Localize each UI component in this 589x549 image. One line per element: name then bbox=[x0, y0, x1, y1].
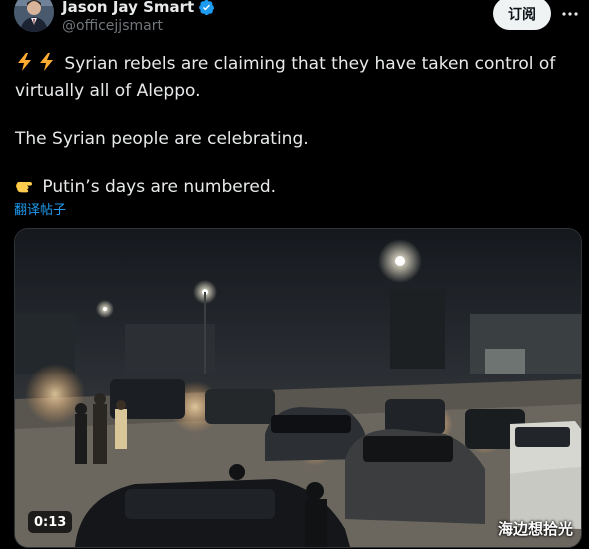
video-player[interactable] bbox=[14, 228, 582, 548]
tweet: Jason Jay Smart @officejjsmart 订阅 Syrian… bbox=[0, 0, 589, 549]
display-name-row: Jason Jay Smart bbox=[62, 0, 215, 17]
video-thumbnail-icon bbox=[15, 229, 581, 547]
verified-badge-icon[interactable] bbox=[198, 0, 215, 16]
author-display-name[interactable]: Jason Jay Smart bbox=[62, 0, 194, 16]
video-duration-badge: 0:13 bbox=[28, 511, 73, 533]
watermark-text: 海边想拾光 bbox=[498, 520, 574, 538]
tweet-line-3: Putin’s days are numbered. bbox=[15, 175, 580, 202]
avatar[interactable] bbox=[14, 0, 54, 32]
lightning-emoji-icon bbox=[15, 52, 59, 79]
author-info: Jason Jay Smart @officejjsmart bbox=[62, 0, 215, 34]
tweet-line-2: The Syrian people are celebrating. bbox=[15, 129, 309, 149]
tweet-line-1: Syrian rebels are claiming that they hav… bbox=[15, 52, 580, 103]
tweet-line-1-text: Syrian rebels are claiming that they hav… bbox=[15, 54, 556, 101]
translate-post-link[interactable]: 翻译帖子 bbox=[14, 199, 66, 218]
tweet-text: Syrian rebels are claiming that they hav… bbox=[15, 52, 580, 202]
subscribe-button[interactable]: 订阅 bbox=[493, 0, 551, 30]
tweet-line-3-text: Putin’s days are numbered. bbox=[42, 177, 277, 197]
more-horizontal-icon[interactable] bbox=[560, 4, 580, 24]
author-handle[interactable]: @officejjsmart bbox=[62, 18, 215, 34]
user-avatar-icon bbox=[14, 0, 54, 32]
